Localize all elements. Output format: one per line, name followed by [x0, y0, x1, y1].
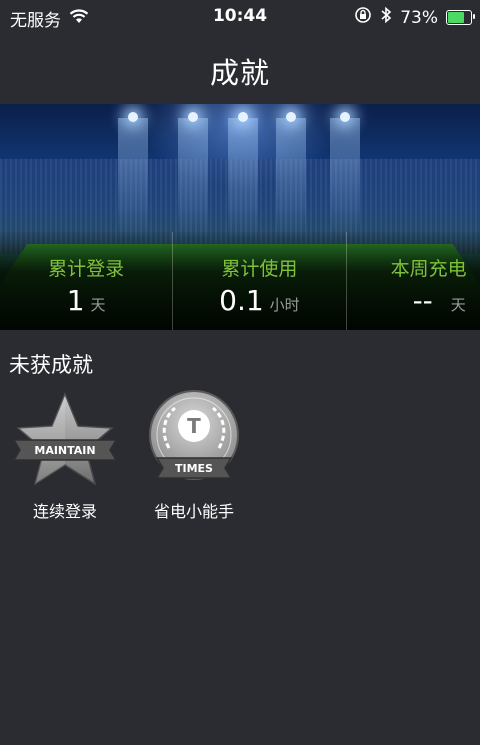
badge-text: TIMES [175, 462, 213, 475]
achievement-label: 连续登录 [32, 502, 97, 521]
badge-letter: T [187, 414, 201, 438]
badge-text: MAINTAIN [34, 444, 95, 457]
stat-unit: 天 [450, 296, 466, 314]
stat-unit: 小时 [269, 296, 300, 314]
battery-fill [448, 12, 465, 23]
battery-percent: 73% [400, 7, 438, 28]
stat-value: -- [412, 284, 433, 317]
stat-label: 本周充电 [390, 258, 467, 280]
floodlight-icon [128, 112, 138, 122]
stat-total-usage: 累计使用 0.1 小时 [172, 232, 345, 330]
floodlight-icon [238, 112, 248, 122]
nav-bar: 成就 [0, 34, 480, 104]
bluetooth-icon [380, 6, 392, 29]
battery-icon [446, 10, 475, 25]
achievement-item[interactable]: T TIMES 省电小能手 [139, 390, 249, 525]
achievement-item[interactable]: MAINTAIN 连续登录 [10, 390, 120, 525]
stat-weekly-charge: 本周充电 -- 天 [345, 232, 480, 330]
stat-unit: 天 [90, 296, 106, 314]
stat-label: 累计登录 [48, 258, 125, 280]
floodlight-icon [188, 112, 198, 122]
floodlight-icon [340, 112, 350, 122]
star-badge-icon: MAINTAIN [10, 392, 120, 494]
laurel-medal-icon: T TIMES [139, 390, 249, 494]
stadium-banner: 累计登录 1天 累计使用 0.1 小时 本周充电 -- 天 [0, 104, 480, 330]
stat-value: 0.1 [219, 284, 264, 317]
floodlight-icon [286, 112, 296, 122]
stats-bar: 累计登录 1天 累计使用 0.1 小时 本周充电 -- 天 [0, 232, 480, 330]
page-title: 成就 [209, 56, 270, 90]
status-bar: 无服务 10:44 73% [0, 0, 480, 34]
section-title: 未获成就 [9, 353, 93, 377]
stat-label: 累计使用 [221, 258, 298, 280]
orientation-lock-icon [354, 6, 372, 29]
achievement-label: 省电小能手 [153, 502, 234, 521]
stat-value: 1 [66, 284, 85, 317]
stat-total-logins: 累计登录 1天 [0, 232, 172, 330]
